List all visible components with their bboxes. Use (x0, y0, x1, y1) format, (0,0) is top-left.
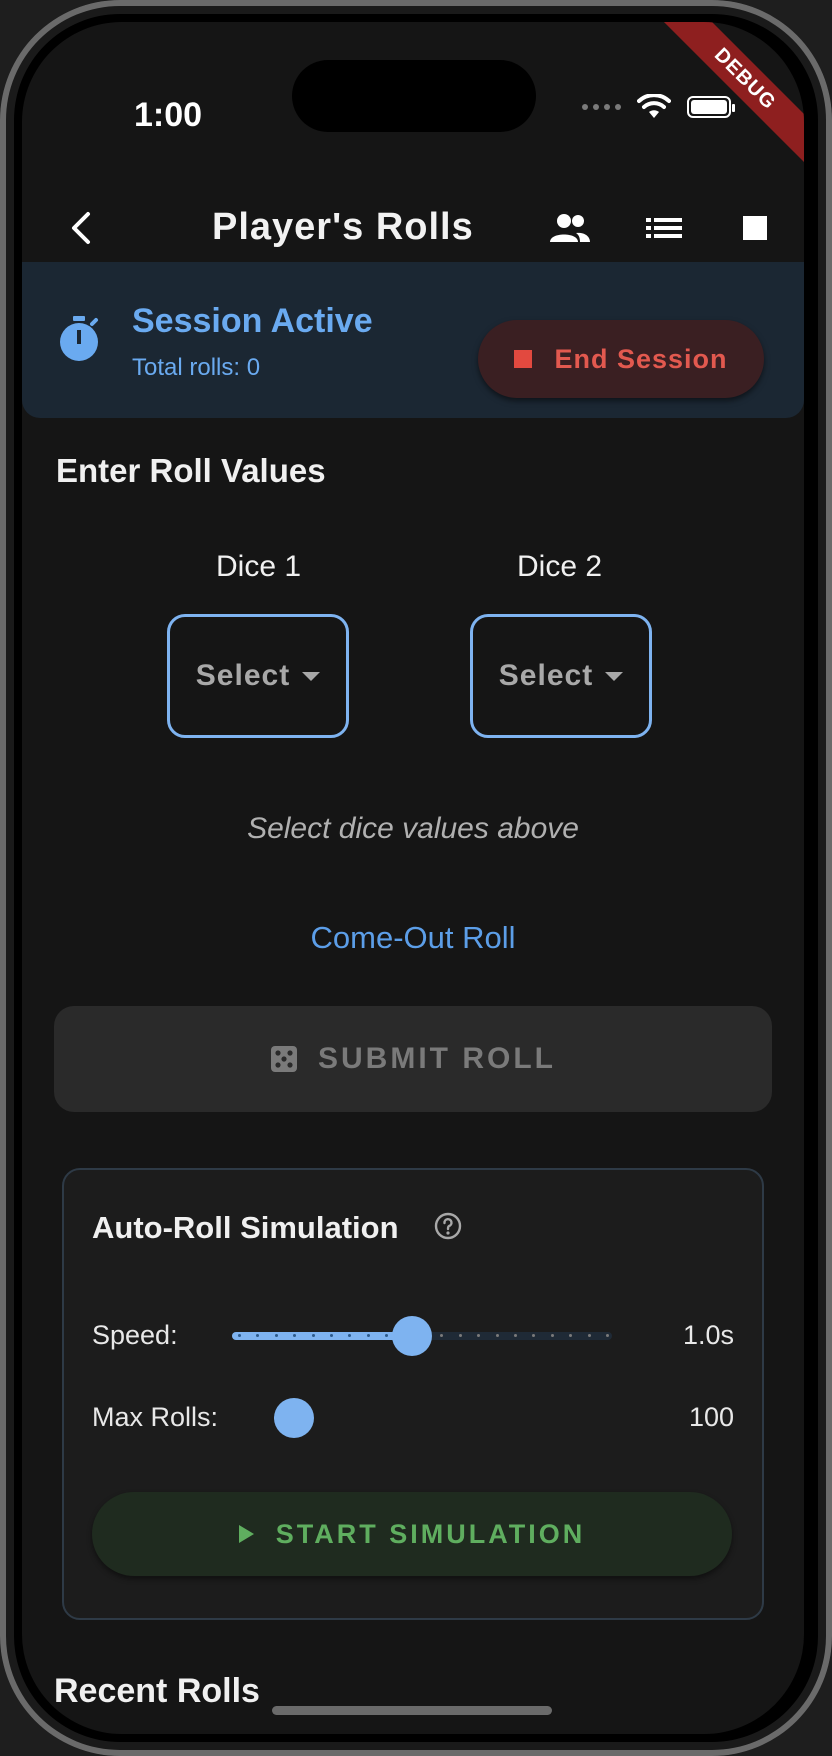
signal-icon (582, 104, 621, 110)
end-session-button[interactable]: End Session (478, 320, 764, 398)
help-icon[interactable] (434, 1212, 462, 1240)
list-icon[interactable] (642, 208, 686, 248)
end-session-label: End Session (554, 343, 728, 374)
speed-tick (311, 1334, 315, 1337)
players-icon[interactable] (548, 208, 592, 248)
status-icons (582, 94, 735, 120)
phone-screen: 1:00 DEBUG Player's Rolls Session Active… (22, 22, 804, 1734)
battery-icon (687, 96, 735, 118)
total-rolls: Total rolls: 0 (132, 354, 261, 381)
session-title: Session Active (132, 302, 373, 340)
dice-2-label: Dice 2 (517, 550, 603, 583)
session-banner: Session Active Total rolls: 0 End Sessio… (22, 262, 804, 418)
dynamic-island (292, 60, 536, 132)
dropdown-arrow-icon (605, 671, 624, 681)
speed-tick (274, 1334, 278, 1337)
start-simulation-label: START SIMULATION (275, 1518, 586, 1549)
max-rolls-slider[interactable] (274, 1388, 612, 1448)
speed-tick (495, 1334, 499, 1337)
back-arrow-icon[interactable] (62, 208, 102, 248)
dice-icon (271, 1046, 297, 1072)
stop-icon[interactable] (734, 208, 778, 248)
simulation-card: Auto-Roll Simulation Speed: 1.0s Max Rol… (62, 1168, 764, 1620)
submit-roll-button[interactable]: SUBMIT ROLL (54, 1006, 772, 1112)
roll-phase: Come-Out Roll (310, 920, 516, 955)
simulation-title: Auto-Roll Simulation (92, 1210, 399, 1245)
dice-1-select[interactable]: Select (167, 614, 349, 738)
max-rolls-label: Max Rolls: (92, 1402, 219, 1432)
stop-icon (514, 350, 533, 368)
roll-values-heading: Enter Roll Values (56, 452, 326, 489)
speed-value: 1.0s (682, 1320, 734, 1350)
speed-tick (606, 1334, 609, 1337)
status-time: 1:00 (134, 96, 203, 134)
max-rolls-value: 100 (688, 1402, 734, 1432)
speed-slider-thumb[interactable] (391, 1316, 432, 1356)
phone-frame: 1:00 DEBUG Player's Rolls Session Active… (0, 0, 832, 1756)
start-simulation-button[interactable]: START SIMULATION (92, 1492, 732, 1576)
speed-tick (514, 1334, 517, 1337)
dice-hint: Select dice values above (247, 812, 579, 845)
speed-tick (550, 1334, 554, 1337)
page-title: Player's Rolls (212, 206, 474, 248)
timer-icon (60, 316, 98, 361)
speed-tick (587, 1334, 591, 1337)
speed-tick (366, 1334, 370, 1337)
dice-2-select[interactable]: Select (470, 614, 652, 738)
speed-tick (330, 1334, 333, 1337)
wifi-icon (637, 94, 671, 118)
dice-1-value: Select (195, 659, 291, 692)
recent-rolls-heading: Recent Rolls (54, 1672, 260, 1710)
dropdown-arrow-icon (302, 671, 321, 681)
play-icon (238, 1525, 254, 1543)
dice-2-value: Select (498, 659, 594, 692)
speed-tick (238, 1334, 241, 1337)
speed-slider[interactable] (232, 1306, 612, 1366)
speed-label: Speed: (92, 1320, 178, 1350)
dice-1-label: Dice 1 (216, 550, 302, 583)
speed-tick (458, 1334, 462, 1337)
submit-roll-label: SUBMIT ROLL (318, 1042, 556, 1075)
max-rolls-slider-thumb[interactable] (274, 1398, 314, 1438)
home-indicator[interactable] (272, 1706, 552, 1715)
